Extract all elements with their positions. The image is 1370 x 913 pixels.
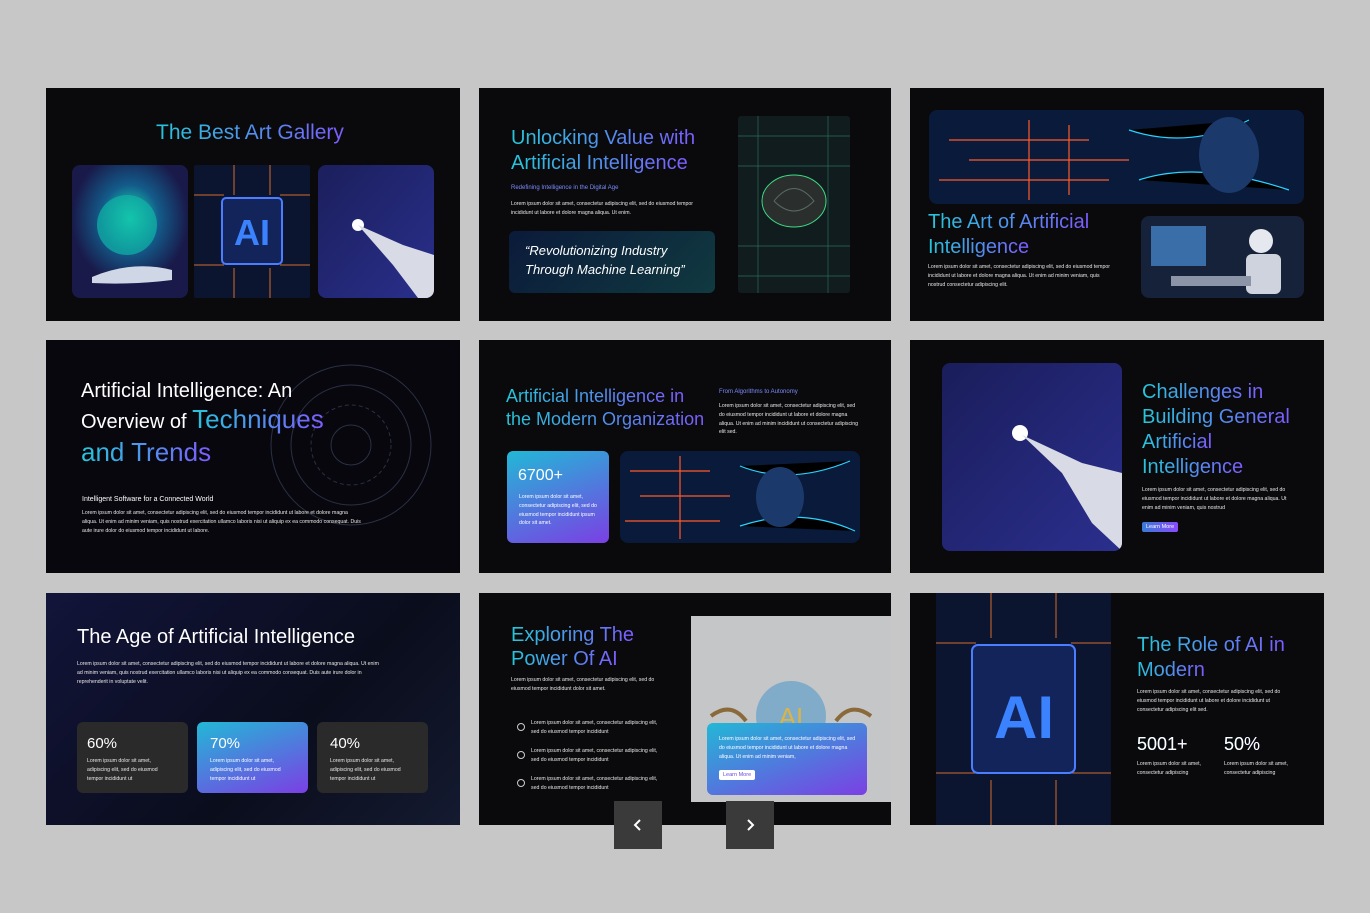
bullet-text-1: Lorem ipsum dolor sit amet, consectetur … xyxy=(531,720,658,735)
stat-card-3: 40% Lorem ipsum dolor sit amet, adipisci… xyxy=(317,722,428,793)
slide-body: Lorem ipsum dolor sit amet, consectetur … xyxy=(77,661,379,685)
robot-finger-image xyxy=(942,363,1122,551)
slide-body: Lorem ipsum dolor sit amet, consectetur … xyxy=(928,264,1110,288)
stat-value: 70% xyxy=(210,735,241,752)
title-highlight: Techniques xyxy=(192,404,324,434)
stat-card: 6700+ Lorem ipsum dolor sit amet, consec… xyxy=(507,451,609,543)
slide-title-line-1: The Role of AI in xyxy=(1137,634,1285,656)
chevron-left-icon xyxy=(633,819,641,831)
slide-title-line-2: Intelligence xyxy=(928,236,1030,258)
slide-title-line-2: Power Of AI xyxy=(511,648,618,670)
globe-hand-image xyxy=(72,165,188,298)
slide-6-challenges-agi[interactable]: Challenges in Building General Artificia… xyxy=(910,340,1324,573)
svg-text:AI: AI xyxy=(994,684,1054,751)
quote-box: “Revolutionizing Industry Through Machin… xyxy=(509,231,715,293)
stat-text: Lorem ipsum dolor sit amet, adipiscing e… xyxy=(330,758,401,782)
slide-title-line-1: Challenges in xyxy=(1142,381,1264,403)
slide-title: The Age of Artificial Intelligence xyxy=(77,626,355,648)
slide-subtitle: From Algorithms to Autonomy xyxy=(719,389,798,395)
ai-chip-image: AI xyxy=(194,165,310,298)
bullet-arrow-icon xyxy=(517,751,525,759)
slide-title-line-3: and Trends xyxy=(81,437,212,467)
slide-8-exploring-power[interactable]: Exploring The Power Of AI Lorem ipsum do… xyxy=(479,593,891,825)
neon-face-banner-image xyxy=(929,110,1304,204)
stat-text-2: Lorem ipsum dolor sit amet, consectetur … xyxy=(1224,761,1289,776)
slide-body: Lorem ipsum dolor sit amet, consectetur … xyxy=(1142,487,1287,511)
slide-body: Lorem ipsum dolor sit amet, consectetur … xyxy=(719,403,858,436)
slide-title-line-1: Exploring The xyxy=(511,624,635,646)
learn-more-card: Lorem ipsum dolor sit amet, consectetur … xyxy=(707,723,867,795)
stat-card-1: 60% Lorem ipsum dolor sit amet, adipisci… xyxy=(77,722,188,793)
slide-body: Lorem ipsum dolor sit amet, consectetur … xyxy=(1137,689,1281,713)
slide-title-line-1: Artificial Intelligence in xyxy=(506,386,685,406)
slide-title-line-2: Building General xyxy=(1142,406,1290,428)
card-text: Lorem ipsum dolor sit amet, consectetur … xyxy=(719,736,856,760)
quote-line-2: Through Machine Learning” xyxy=(525,262,685,277)
title-plain: Overview of xyxy=(81,411,193,433)
stat-text: Lorem ipsum dolor sit amet, consectetur … xyxy=(519,494,597,527)
stat-value-2: 50% xyxy=(1224,734,1261,754)
slide-title-line-1: Artificial Intelligence: An xyxy=(81,380,293,402)
slide-5-modern-organization[interactable]: Artificial Intelligence in the Modern Or… xyxy=(479,340,891,573)
svg-text:AI: AI xyxy=(234,212,270,253)
prev-button[interactable] xyxy=(614,801,662,849)
slide-title-line-1: Unlocking Value with xyxy=(511,127,696,149)
slide-2-unlocking-value[interactable]: Unlocking Value with Artificial Intellig… xyxy=(479,88,891,321)
stat-card-2: 70% Lorem ipsum dolor sit amet, adipisci… xyxy=(197,722,308,793)
slide-title-line-3: Artificial xyxy=(1142,431,1213,453)
quote-line-1: “Revolutionizing Industry xyxy=(525,243,668,258)
slide-body: Lorem ipsum dolor sit amet, consectetur … xyxy=(511,201,693,216)
learn-more-button[interactable]: Learn More xyxy=(719,770,756,780)
slide-subtitle: Redefining Intelligence in the Digital A… xyxy=(511,185,619,191)
next-button[interactable] xyxy=(726,801,774,849)
bullet-text-3: Lorem ipsum dolor sit amet, consectetur … xyxy=(531,776,658,791)
neon-face-image xyxy=(620,451,860,543)
slide-title-line-2: Overview of Techniques xyxy=(81,404,324,435)
slide-4-ai-overview[interactable]: Artificial Intelligence: An Overview of … xyxy=(46,340,460,573)
slide-body: Lorem ipsum dolor sit amet, consectetur … xyxy=(82,510,361,534)
stat-value: 60% xyxy=(87,735,118,752)
chevron-right-icon xyxy=(747,819,755,831)
slide-title-line-1: The Art of Artificial xyxy=(928,211,1090,233)
bullet-arrow-icon xyxy=(517,779,525,787)
learn-more-button[interactable]: Learn More xyxy=(1142,522,1179,532)
slide-3-art-of-ai[interactable]: The Art of Artificial Intelligence Lorem… xyxy=(910,88,1324,321)
ai-chip-image: AI xyxy=(936,593,1111,825)
stat-value: 40% xyxy=(330,735,361,752)
stat-text-1: Lorem ipsum dolor sit amet, consectetur … xyxy=(1137,761,1202,776)
slide-7-age-of-ai[interactable]: The Age of Artificial Intelligence Lorem… xyxy=(46,593,460,825)
stat-text: Lorem ipsum dolor sit amet, adipiscing e… xyxy=(210,758,281,782)
slide-title-line-2: the Modern Organization xyxy=(506,409,705,429)
bullet-arrow-icon xyxy=(517,723,525,731)
slide-title: The Best Art Gallery xyxy=(156,121,344,144)
stat-value-1: 5001+ xyxy=(1137,734,1188,754)
slide-subtitle: Intelligent Software for a Connected Wor… xyxy=(82,496,214,503)
slide-body: Lorem ipsum dolor sit amet, consectetur … xyxy=(511,677,655,692)
slide-title-line-2: Modern xyxy=(1137,659,1205,681)
slide-title-line-4: Intelligence xyxy=(1142,456,1244,478)
robot-hand-image xyxy=(318,165,434,298)
stat-text: Lorem ipsum dolor sit amet, adipiscing e… xyxy=(87,758,158,782)
slide-1-art-gallery[interactable]: The Best Art Gallery AI xyxy=(46,88,460,321)
circuit-brain-image xyxy=(738,116,850,293)
bullet-text-2: Lorem ipsum dolor sit amet, consectetur … xyxy=(531,748,658,763)
stat-value: 6700+ xyxy=(518,467,563,484)
robot-computer-image xyxy=(1141,216,1304,298)
slide-9-role-of-ai[interactable]: AI The Role of AI in Modern Lorem ipsum … xyxy=(910,593,1324,825)
slide-title-line-2: Artificial Intelligence xyxy=(511,152,688,174)
